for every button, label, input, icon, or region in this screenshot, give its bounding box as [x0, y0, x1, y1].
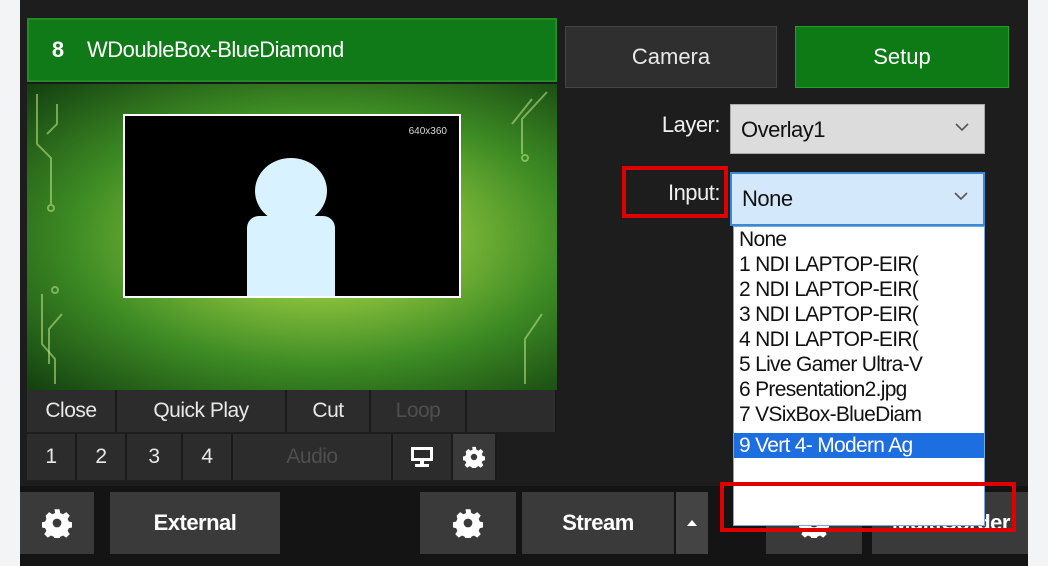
- input-selected-value: None: [742, 186, 793, 211]
- overlay-4-button[interactable]: 4: [183, 434, 233, 480]
- monitor-icon: [411, 447, 433, 467]
- gear-icon: [463, 446, 485, 468]
- cut-button[interactable]: Cut: [287, 390, 371, 432]
- camera-tab[interactable]: Camera: [565, 26, 777, 88]
- overlay-2-button[interactable]: 2: [77, 434, 127, 480]
- quick-play-button[interactable]: Quick Play: [117, 390, 287, 432]
- setup-tab[interactable]: Setup: [795, 26, 1009, 88]
- person-body-shape: [247, 216, 335, 296]
- resolution-label: 640x360: [408, 126, 447, 137]
- input-settings-button[interactable]: [453, 434, 497, 480]
- caret-up-icon: [687, 520, 697, 526]
- input-number: 8: [51, 37, 65, 62]
- chevron-down-icon: [954, 192, 968, 201]
- input-option[interactable]: 5 Live Gamer Ultra-V: [734, 352, 984, 377]
- overlay-3-button[interactable]: 3: [127, 434, 183, 480]
- input-preview-panel: 8 WDoubleBox-BlueDiamond 640x360: [27, 18, 557, 390]
- layer-label: Layer:: [661, 112, 721, 137]
- input-option[interactable]: 2 NDI LAPTOP-EIR(: [734, 277, 984, 302]
- vmix-input-window: 8 WDoubleBox-BlueDiamond 640x360 Close Q…: [20, 0, 1028, 566]
- input-options-list: None 1 NDI LAPTOP-EIR( 2 NDI LAPTOP-EIR(…: [733, 226, 985, 526]
- input-label-highlight: [622, 166, 728, 218]
- empty-control-slot: [467, 390, 557, 432]
- gear-icon: [453, 509, 483, 538]
- input-option-selected[interactable]: 9 Vert 4- Modern Ag: [734, 433, 984, 458]
- close-button[interactable]: Close: [27, 390, 117, 432]
- input-option[interactable]: None: [734, 227, 984, 252]
- layer-selected-value: Overlay1: [741, 117, 826, 142]
- input-option[interactable]: 4 NDI LAPTOP-EIR(: [734, 327, 984, 352]
- monitor-button[interactable]: [393, 434, 453, 480]
- input-option[interactable]: 6 Presentation2.jpg: [734, 377, 984, 402]
- preview-area[interactable]: 640x360: [27, 84, 557, 390]
- gear-icon: [42, 509, 72, 538]
- input-option[interactable]: 3 NDI LAPTOP-EIR(: [734, 302, 984, 327]
- transport-controls: Close Quick Play Cut Loop: [27, 390, 557, 432]
- input-title: WDoubleBox-BlueDiamond: [87, 37, 344, 62]
- selected-option-highlight: [720, 482, 1016, 532]
- overlay-controls: 1 2 3 4 Audio: [27, 434, 497, 480]
- loop-button[interactable]: Loop: [371, 390, 467, 432]
- overlay-1-button[interactable]: 1: [27, 434, 77, 480]
- layer-dropdown[interactable]: Overlay1: [730, 104, 985, 154]
- input-option[interactable]: 7 VSixBox-BlueDiam: [734, 402, 984, 427]
- stream-dropdown-button[interactable]: [676, 492, 708, 554]
- input-title-bar[interactable]: 8 WDoubleBox-BlueDiamond: [27, 18, 557, 82]
- person-head-shape: [255, 158, 327, 224]
- settings-button[interactable]: [20, 492, 94, 554]
- stream-button[interactable]: Stream: [522, 492, 674, 554]
- chevron-down-icon: [955, 123, 969, 132]
- input-option[interactable]: 1 NDI LAPTOP-EIR(: [734, 252, 984, 277]
- audio-button[interactable]: Audio: [233, 434, 393, 480]
- external-button[interactable]: External: [110, 492, 280, 554]
- stream-settings-button[interactable]: [420, 492, 516, 554]
- input-dropdown[interactable]: None: [730, 172, 985, 226]
- video-thumbnail: 640x360: [123, 114, 461, 298]
